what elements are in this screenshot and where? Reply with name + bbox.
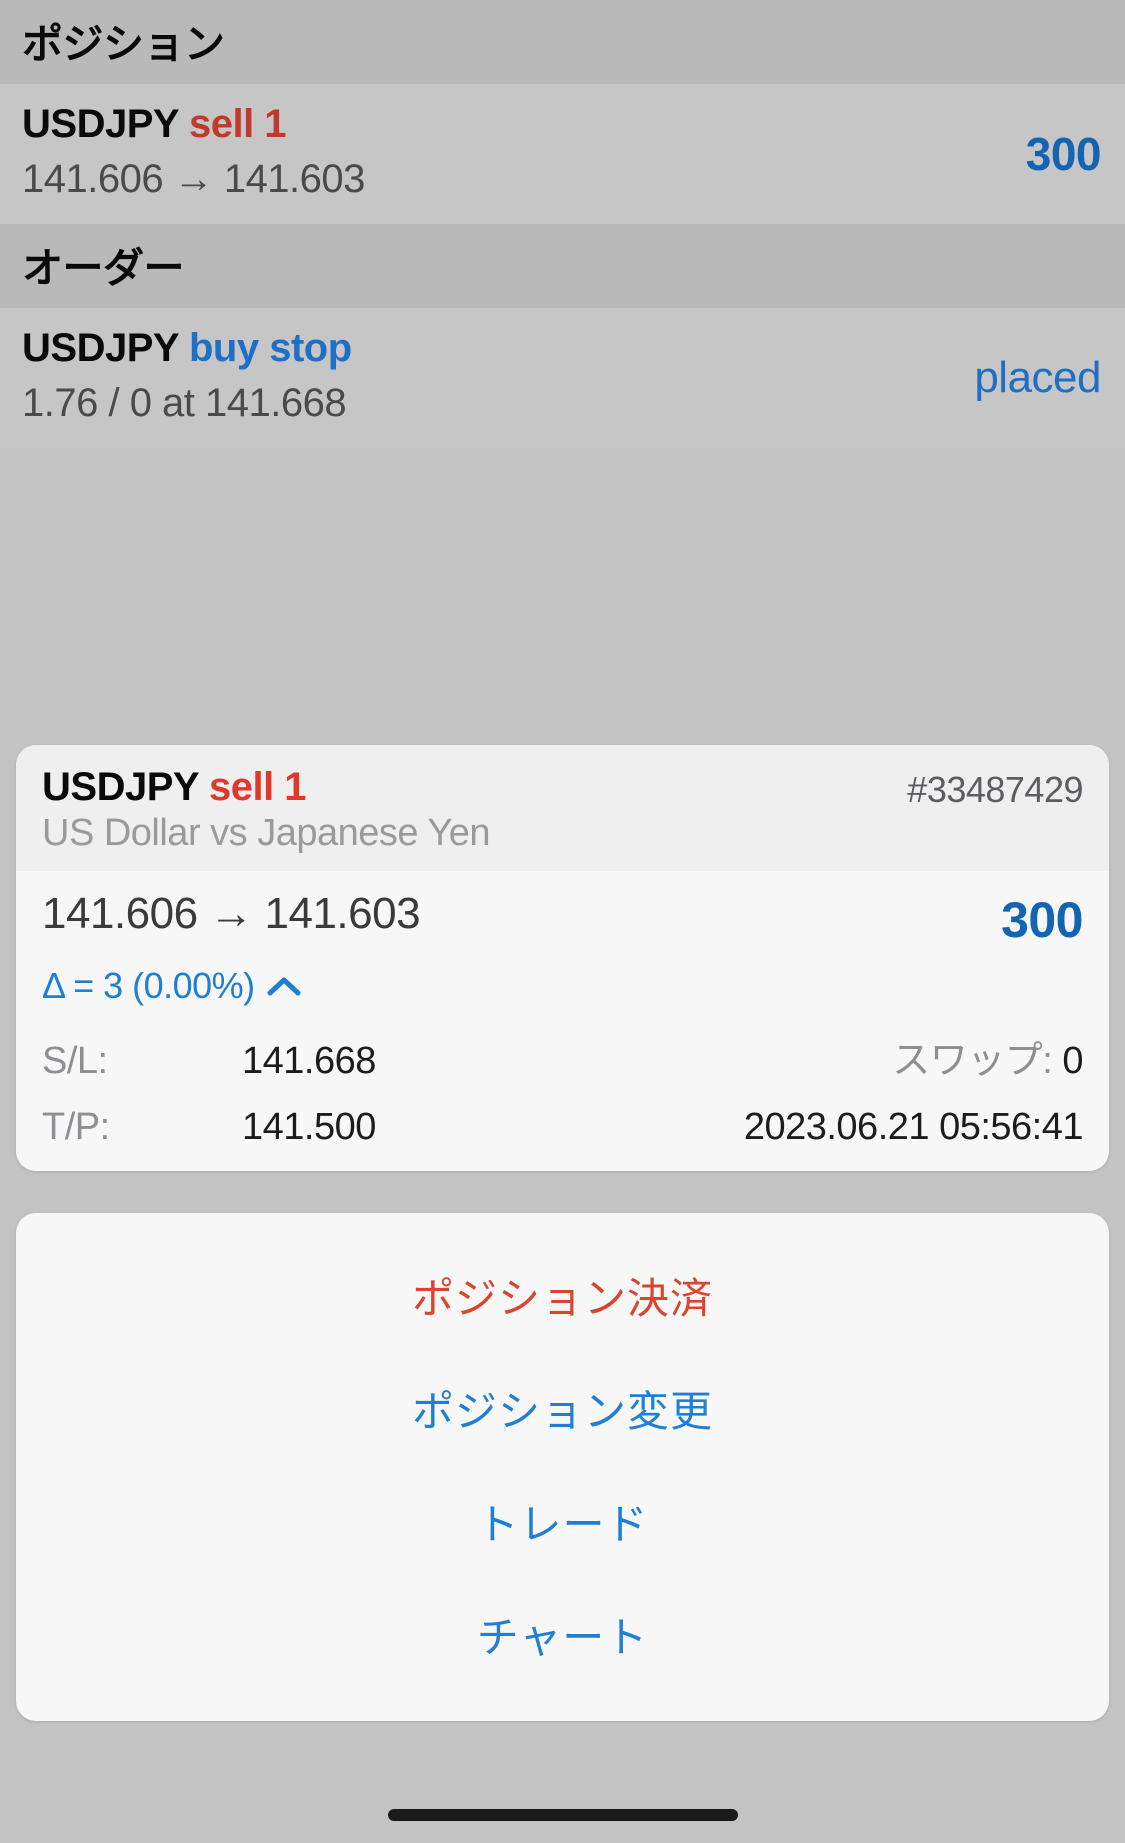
detail-delta-row[interactable]: Δ = 3 (0.00%) [42,965,1083,1007]
tp-label: T/P: [42,1106,110,1148]
position-row-title: USDJPY sell 1 [22,100,1103,148]
action-close-position[interactable]: ポジション決済 [16,1239,1109,1352]
position-detail-overlay: USDJPY sell 1 #33487429 US Dollar vs Jap… [0,745,1125,1171]
detail-symbol: USDJPY [42,765,199,809]
position-row-prices: 141.606 → 141.603 [22,157,365,201]
order-row-title: USDJPY buy stop [22,324,1103,372]
background-list: ポジション USDJPY sell 1 141.606 → 141.603 30… [0,0,1125,808]
swap-field: スワップ: 0 [892,1029,1083,1084]
position-row-profit: 300 [1025,128,1102,180]
section-header-positions: ポジション [0,0,1125,84]
swap-value: 0 [1062,1040,1083,1082]
action-trade[interactable]: トレード [16,1465,1109,1578]
order-row-symbol: USDJPY [22,326,179,370]
detail-instrument-name: US Dollar vs Japanese Yen [42,812,491,854]
detail-side: sell 1 [208,765,307,809]
home-indicator[interactable] [387,1809,738,1821]
sl-label: S/L: [42,1040,108,1082]
order-row-side: buy stop [188,326,352,370]
swap-label: スワップ: [892,1040,1053,1082]
order-row-details: 1.76 / 0 at 141.668 [22,381,347,425]
tp-value: 141.500 [242,1106,376,1148]
detail-card-body: 141.606 → 141.603 300 Δ = 3 (0.00%) S/L:… [16,871,1109,1171]
position-row-symbol: USDJPY [22,102,179,146]
action-modify-position[interactable]: ポジション変更 [16,1352,1109,1465]
detail-delta-text: Δ = 3 (0.00%) [42,965,255,1006]
chevron-up-icon [267,975,301,997]
order-row-status: placed [974,353,1101,402]
detail-card-header: USDJPY sell 1 #33487429 US Dollar vs Jap… [16,745,1109,871]
detail-ticket-number: #33487429 [907,769,1083,810]
detail-profit-value: 300 [1001,892,1083,948]
position-list-item[interactable]: USDJPY sell 1 141.606 → 141.603 300 [0,84,1125,224]
detail-sl-row: S/L: 141.668 スワップ: 0 [42,1029,1083,1084]
action-sheet: ポジション決済 ポジション変更 トレード チャート [16,1213,1109,1721]
section-header-orders: オーダー [0,224,1125,308]
detail-timestamp: 2023.06.21 05:56:41 [743,1106,1084,1148]
trading-app-screen: ポジション USDJPY sell 1 141.606 → 141.603 30… [0,0,1125,1843]
order-list-item[interactable]: USDJPY buy stop 1.76 / 0 at 141.668 plac… [0,308,1125,448]
detail-price-text: 141.606 → 141.603 [42,889,421,938]
detail-price-row: 141.606 → 141.603 300 [42,889,1083,961]
position-detail-card[interactable]: USDJPY sell 1 #33487429 US Dollar vs Jap… [16,745,1109,1171]
sl-value: 141.668 [242,1040,376,1082]
action-chart[interactable]: チャート [16,1578,1109,1691]
position-row-side: sell 1 [188,102,287,146]
detail-tp-row: T/P: 141.500 2023.06.21 05:56:41 [42,1106,1084,1149]
